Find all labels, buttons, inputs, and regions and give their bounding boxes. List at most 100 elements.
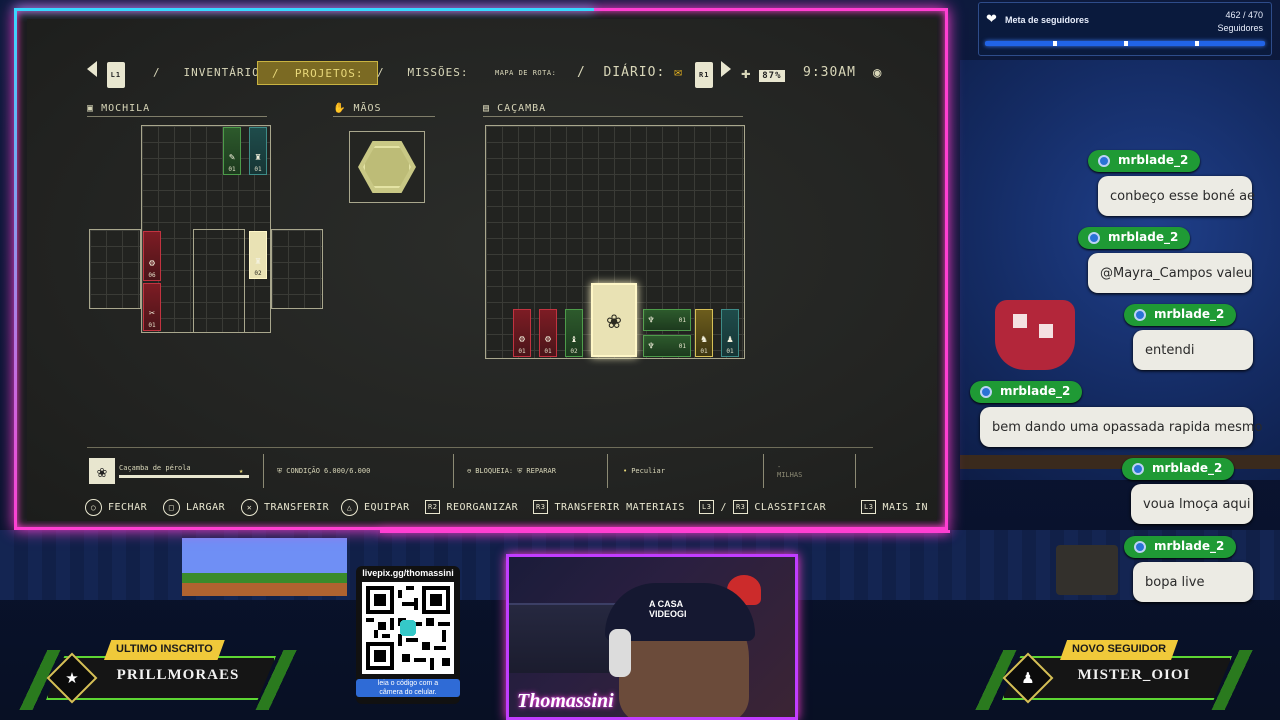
piranha-plant-decoration xyxy=(995,300,1075,370)
cacamba-label: CAÇAMBA xyxy=(497,103,547,114)
tab-diario[interactable]: / DIÁRIO: ✉ xyxy=(577,61,683,85)
battery-percent: 87% xyxy=(759,70,785,82)
tab-projetos[interactable]: / PROJETOS: xyxy=(257,61,379,85)
tab-mapa-de-rota[interactable]: MAPA DE ROTA: xyxy=(495,61,556,85)
mochila-section-title: ▣ MOCHILA xyxy=(87,103,267,117)
mochila-grid-left[interactable] xyxy=(89,229,141,309)
chat-username-text: mrblade_2 xyxy=(1118,153,1189,167)
r2-key-icon: R2 xyxy=(425,500,441,514)
cacamba-item[interactable]: ♆ 01 xyxy=(643,335,691,357)
maos-label: MÃOS xyxy=(353,103,382,114)
follower-count-value: 462 / 470 xyxy=(1225,10,1263,20)
item-info-bar: ❀ Caçamba de pérola ★ ⛨ CONDIÇÃO 6.000/6… xyxy=(87,447,873,491)
cap-text: A CASA VIDEOGI xyxy=(649,599,687,619)
item-count: 01 xyxy=(678,342,686,350)
qr-hint: leia o código com a câmera do celular. xyxy=(356,679,460,697)
cacamba-item[interactable]: ♞ 01 xyxy=(695,309,713,357)
mochila-item[interactable]: ✂ 01 xyxy=(143,283,161,331)
item-icon: ✂ xyxy=(148,308,156,319)
selected-pearl-bucket-item[interactable]: ❀ xyxy=(591,283,637,357)
cacamba-item[interactable]: ♟ 01 xyxy=(721,309,739,357)
chat-message-text: entendi xyxy=(1133,330,1253,370)
hands-slot[interactable] xyxy=(349,131,425,203)
equip-button[interactable]: △ EQUIPAR xyxy=(341,498,410,516)
mario-level-decoration xyxy=(182,538,347,596)
item-icon: ♜ xyxy=(254,152,262,163)
hexagon-empty-hand-icon xyxy=(358,141,416,193)
l1-key: L1 xyxy=(106,62,126,88)
equip-label: EQUIPAR xyxy=(364,501,410,513)
circle-button-icon: ○ xyxy=(85,498,102,516)
last-subscriber-name: PRILLMORAES xyxy=(116,667,240,683)
condition-value: 6.000/6.000 xyxy=(323,467,371,475)
drop-button[interactable]: □ LARGAR xyxy=(163,498,225,516)
item-name: Caçamba de pérola xyxy=(119,464,249,478)
close-button[interactable]: ○ FECHAR xyxy=(85,498,148,516)
tab-missoes-label: MISSÕES: xyxy=(407,66,469,79)
mochila-item[interactable]: ♜ 01 xyxy=(249,127,267,175)
item-icon: ⚙ xyxy=(148,258,156,269)
user-badge-icon xyxy=(1088,232,1100,244)
cacamba-item[interactable]: ⚙ 01 xyxy=(513,309,531,357)
pearl-bucket-icon: ❀ xyxy=(606,306,622,334)
block-icon: ⊖ xyxy=(467,467,472,475)
favorite-star-icon[interactable]: ★ xyxy=(239,467,243,475)
backpack-icon: ▣ xyxy=(87,103,95,114)
cacamba-item[interactable]: ♝ 02 xyxy=(565,309,583,357)
block-label: BLOQUEIA: xyxy=(475,467,514,475)
settings-disc-icon[interactable]: ◉ xyxy=(873,61,882,85)
qr-code-icon xyxy=(362,582,454,674)
classify-button[interactable]: L3 / R3 CLASSIFICAR xyxy=(699,500,826,514)
chat-message-text: bopa live xyxy=(1133,562,1253,602)
tab-inventario-label: INVENTÁRIO: xyxy=(183,66,268,79)
tab-inventario[interactable]: / INVENTÁRIO: xyxy=(153,61,267,85)
mochila-grid-right[interactable] xyxy=(271,229,323,309)
transfer-materials-button[interactable]: R3 TRANSFERIR MATERIAIS xyxy=(533,500,685,514)
cap-text-line2: VIDEOGI xyxy=(649,609,687,619)
item-count: 01 xyxy=(518,348,526,355)
follower-goal-count: 462 / 470 Seguidores xyxy=(1217,9,1263,35)
condition-label: CONDIÇÃO xyxy=(286,467,320,475)
r1-key: R1 xyxy=(695,62,714,88)
last-subscriber-panel: ★ ULTIMO INSCRITO PRILLMORAES xyxy=(8,632,308,712)
mochila-item[interactable]: ⚙ 06 xyxy=(143,231,161,281)
nav-next-button[interactable]: R1 xyxy=(695,61,732,88)
chat-message-text: voua lmoça aqui xyxy=(1131,484,1253,524)
chat-username: mrblade_2 xyxy=(1124,304,1237,326)
cacamba-section-title: ▤ CAÇAMBA xyxy=(483,103,743,117)
item-count: 02 xyxy=(254,270,262,277)
game-capture-frame: L1 / INVENTÁRIO: / PROJETOS: / MISSÕES: … xyxy=(14,8,948,530)
follower-goal-widget: ❤ Meta de seguidores 462 / 470 Seguidore… xyxy=(978,2,1272,56)
qr-hint-line2: câmera do celular. xyxy=(379,689,437,696)
pearl-bucket-thumb-icon: ❀ xyxy=(89,458,115,484)
info-separator xyxy=(263,454,264,488)
nav-prev-button[interactable]: L1 xyxy=(87,61,126,88)
chat-message-text: conbeço esse boné ae xyxy=(1098,176,1255,216)
tab-missoes[interactable]: / MISSÕES: xyxy=(377,61,468,85)
user-badge-icon xyxy=(1098,155,1110,167)
mochila-item[interactable]: ✎ 01 xyxy=(223,127,241,175)
stream-overlay: L1 / INVENTÁRIO: / PROJETOS: / MISSÕES: … xyxy=(0,0,1280,720)
webcam-frame: A CASA VIDEOGI Thomassini xyxy=(506,554,798,720)
cacamba-item[interactable]: ♆ 01 xyxy=(643,309,691,331)
cacamba-item[interactable]: ⚙ 01 xyxy=(539,309,557,357)
qr-hint-line1: leia o código com a xyxy=(377,680,439,687)
rarity-label: Peculiar xyxy=(631,467,665,475)
transfer-button[interactable]: ✕ TRANSFERIR xyxy=(241,498,329,516)
chat-username-text: mrblade_2 xyxy=(1000,384,1071,398)
item-count: 01 xyxy=(700,348,708,355)
transfer-materials-label: TRANSFERIR MATERIAIS xyxy=(554,501,685,513)
item-count: 01 xyxy=(726,348,734,355)
item-count: 02 xyxy=(570,348,578,355)
mochila-item[interactable]: ♜ 02 xyxy=(249,231,267,279)
l3-key-icon: L3 xyxy=(861,500,877,514)
info-separator xyxy=(855,454,856,488)
reorganize-button[interactable]: R2 REORGANIZAR xyxy=(425,500,518,514)
block-cell: ⊖ BLOQUEIA: ⛨ REPARAR xyxy=(467,454,556,488)
chat-username: mrblade_2 xyxy=(1122,458,1235,480)
tab-diario-label: DIÁRIO: xyxy=(603,65,666,80)
close-label: FECHAR xyxy=(108,501,148,513)
tab-mapa-label: MAPA DE ROTA: xyxy=(495,69,557,77)
more-info-button[interactable]: L3 MAIS IN xyxy=(861,500,928,514)
chat-message-text: @Mayra_Campos valeu xyxy=(1088,253,1252,293)
